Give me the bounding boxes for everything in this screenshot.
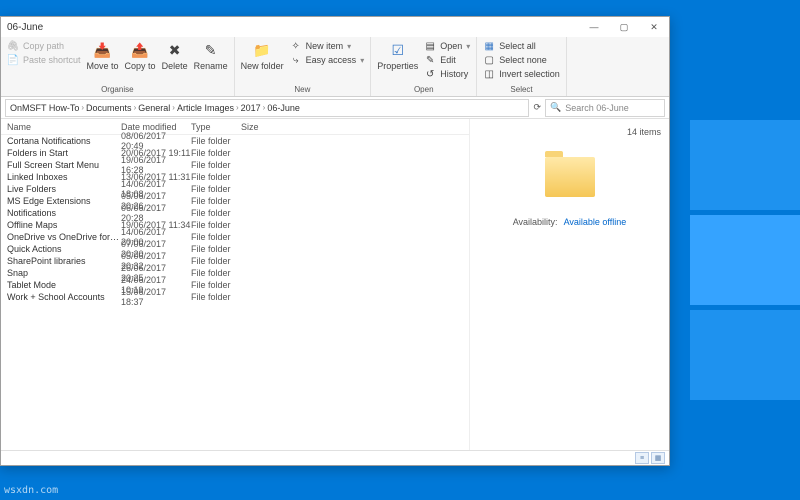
file-name: Snap	[1, 268, 121, 278]
preview-pane: 14 items Availability: Available offline	[469, 119, 669, 450]
column-header-date[interactable]: Date modified	[121, 122, 191, 132]
refresh-button[interactable]: ⟳	[533, 102, 541, 113]
details-view-button[interactable]: ≡	[635, 452, 649, 464]
table-row[interactable]: Snap26/06/2017 20:25File folder	[1, 267, 469, 279]
file-name: MS Edge Extensions	[1, 196, 121, 206]
file-name: Work + School Accounts	[1, 292, 121, 302]
history-button[interactable]: ↺History	[424, 68, 468, 80]
table-row[interactable]: Linked Inboxes13/06/2017 11:31File folde…	[1, 171, 469, 183]
file-type: File folder	[191, 136, 241, 146]
select-all-button[interactable]: ▦Select all	[483, 40, 536, 52]
invert-selection-button[interactable]: ◫Invert selection	[483, 68, 560, 80]
close-button[interactable]: ✕	[639, 17, 669, 37]
select-none-button[interactable]: ▢Select none	[483, 54, 547, 66]
maximize-button[interactable]: ▢	[609, 17, 639, 37]
copy-path-button: 🖇Copy path	[7, 40, 64, 52]
file-name: Tablet Mode	[1, 280, 121, 290]
delete-icon: ✖	[165, 40, 185, 60]
file-type: File folder	[191, 160, 241, 170]
table-row[interactable]: Folders in Start20/06/2017 19:11File fol…	[1, 147, 469, 159]
file-type: File folder	[191, 256, 241, 266]
window-title: 06-June	[7, 22, 43, 33]
file-name: Cortana Notifications	[1, 136, 121, 146]
availability-value: Available offline	[564, 217, 627, 227]
table-row[interactable]: Work + School Accounts15/06/2017 18:37Fi…	[1, 291, 469, 303]
file-type: File folder	[191, 268, 241, 278]
properties-button[interactable]: ☑Properties	[377, 40, 418, 71]
copy-to-icon: 📤	[130, 40, 150, 60]
table-row[interactable]: Tablet Mode24/06/2017 10:19File folder	[1, 279, 469, 291]
ribbon-group-label: Select	[510, 85, 532, 94]
column-header-type[interactable]: Type	[191, 122, 241, 132]
folder-icon	[545, 157, 595, 197]
file-name: Live Folders	[1, 184, 121, 194]
table-row[interactable]: Offline Maps19/06/2017 11:34File folder	[1, 219, 469, 231]
column-header-name[interactable]: Name	[1, 122, 121, 132]
file-name: Folders in Start	[1, 148, 121, 158]
table-row[interactable]: Live Folders14/06/2017 18:08File folder	[1, 183, 469, 195]
item-count: 14 items	[627, 127, 661, 137]
title-bar[interactable]: 06-June — ▢ ✕	[1, 17, 669, 37]
file-type: File folder	[191, 196, 241, 206]
address-bar: OnMSFT How-To› Documents› General› Artic…	[1, 97, 669, 119]
status-bar: ≡ ▦	[1, 451, 669, 465]
file-name: Linked Inboxes	[1, 172, 121, 182]
ribbon-group-label: Open	[414, 85, 434, 94]
ribbon: 🖇Copy path 📄Paste shortcut 📥Move to 📤Cop…	[1, 37, 669, 97]
file-type: File folder	[191, 244, 241, 254]
new-folder-icon: 📁	[252, 40, 272, 60]
file-type: File folder	[191, 148, 241, 158]
ribbon-group-label: Organise	[101, 85, 133, 94]
table-row[interactable]: Quick Actions07/06/2017 20:20File folder	[1, 243, 469, 255]
table-row[interactable]: Cortana Notifications08/06/2017 20:49Fil…	[1, 135, 469, 147]
file-name: OneDrive vs OneDrive for Business	[1, 232, 121, 242]
open-button[interactable]: ▤Open▾	[424, 40, 470, 52]
delete-button[interactable]: ✖Delete	[162, 40, 188, 71]
minimize-button[interactable]: —	[579, 17, 609, 37]
file-name: Offline Maps	[1, 220, 121, 230]
file-type: File folder	[191, 184, 241, 194]
move-to-icon: 📥	[93, 40, 113, 60]
new-item-button[interactable]: ✧New item▾	[290, 40, 352, 52]
rename-icon: ✎	[201, 40, 221, 60]
move-to-button[interactable]: 📥Move to	[87, 40, 119, 71]
search-input[interactable]: 🔍 Search 06-June	[545, 99, 665, 117]
rename-button[interactable]: ✎Rename	[194, 40, 228, 71]
file-name: Full Screen Start Menu	[1, 160, 121, 170]
table-row[interactable]: SharePoint libraries05/06/2017 20:32File…	[1, 255, 469, 267]
file-type: File folder	[191, 208, 241, 218]
availability-label: Availability:	[513, 217, 558, 227]
table-row[interactable]: OneDrive vs OneDrive for Business14/06/2…	[1, 231, 469, 243]
copy-to-button[interactable]: 📤Copy to	[125, 40, 156, 71]
edit-button[interactable]: ✎Edit	[424, 54, 456, 66]
table-row[interactable]: Full Screen Start Menu19/06/2017 16:28Fi…	[1, 159, 469, 171]
paste-shortcut-button: 📄Paste shortcut	[7, 54, 81, 66]
properties-icon: ☑	[388, 40, 408, 60]
easy-access-button[interactable]: ⤷Easy access▾	[290, 54, 365, 66]
file-name: Quick Actions	[1, 244, 121, 254]
file-type: File folder	[191, 232, 241, 242]
file-type: File folder	[191, 292, 241, 302]
file-name: Notifications	[1, 208, 121, 218]
icons-view-button[interactable]: ▦	[651, 452, 665, 464]
file-type: File folder	[191, 280, 241, 290]
table-row[interactable]: Notifications06/06/2017 20:28File folder	[1, 207, 469, 219]
file-name: SharePoint libraries	[1, 256, 121, 266]
table-row[interactable]: MS Edge Extensions05/06/2017 20:26File f…	[1, 195, 469, 207]
file-explorer-window: 06-June — ▢ ✕ 🖇Copy path 📄Paste shortcut…	[0, 16, 670, 466]
ribbon-group-label: New	[294, 85, 310, 94]
breadcrumb[interactable]: OnMSFT How-To› Documents› General› Artic…	[5, 99, 529, 117]
watermark: wsxdn.com	[4, 485, 58, 496]
new-folder-button[interactable]: 📁New folder	[241, 40, 284, 71]
column-header-size[interactable]: Size	[241, 122, 281, 132]
file-type: File folder	[191, 172, 241, 182]
file-list[interactable]: Name Date modified Type Size Cortana Not…	[1, 119, 469, 450]
search-icon: 🔍	[550, 102, 561, 113]
file-date: 15/06/2017 18:37	[121, 287, 191, 307]
file-type: File folder	[191, 220, 241, 230]
